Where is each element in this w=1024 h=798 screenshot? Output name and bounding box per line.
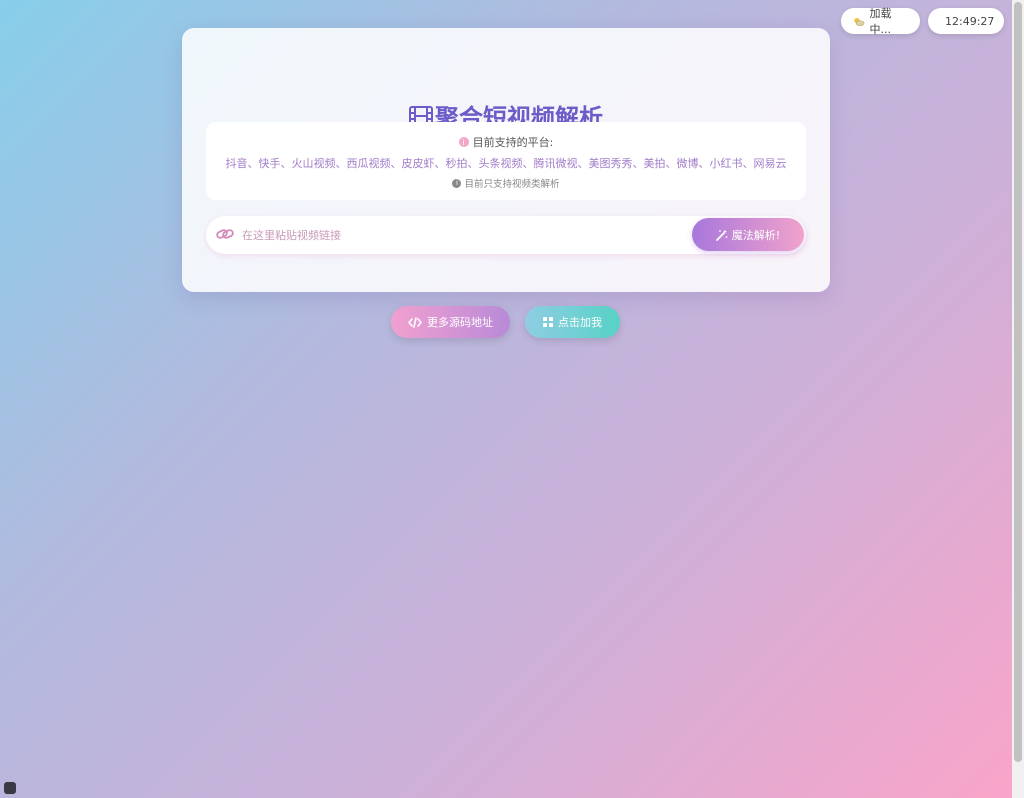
platform-heading-text: 目前支持的平台: xyxy=(472,136,554,149)
info-icon: i xyxy=(458,137,469,147)
clock-widget: 12:49:27 xyxy=(928,8,1004,34)
link-icon xyxy=(216,229,234,239)
info-icon: i xyxy=(452,178,462,188)
weather-sun-cloud-icon xyxy=(854,17,865,26)
magic-wand-icon xyxy=(715,229,728,241)
clock-text: 12:49:27 xyxy=(945,14,995,28)
parse-button-label: 魔法解析! xyxy=(731,228,781,242)
parse-button[interactable]: 魔法解析! xyxy=(692,218,804,251)
more-source-button[interactable]: 更多源码地址 xyxy=(391,306,510,338)
page-scrollbar[interactable] xyxy=(1012,0,1024,798)
platform-note: i 目前只支持视频类解析 xyxy=(206,176,806,190)
add-me-button[interactable]: 点击加我 xyxy=(525,306,620,338)
platform-note-text: 目前只支持视频类解析 xyxy=(464,179,560,190)
platform-heading: i 目前支持的平台: xyxy=(206,134,806,150)
weather-text: 加载中... xyxy=(869,7,892,36)
more-source-label: 更多源码地址 xyxy=(427,316,493,329)
add-me-label: 点击加我 xyxy=(558,316,602,329)
supported-platforms: i 目前支持的平台: 抖音、快手、火山视频、西瓜视频、皮皮虾、秒拍、头条视频、腾… xyxy=(206,122,806,200)
video-url-input[interactable] xyxy=(242,224,682,246)
parser-card: 聚合短视频解析 i 目前支持的平台: 抖音、快手、火山视频、西瓜视频、皮皮虾、秒… xyxy=(182,28,830,292)
weather-widget[interactable]: 加载中... xyxy=(841,7,920,36)
url-search-bar: 魔法解析! xyxy=(206,216,806,254)
code-icon xyxy=(408,316,422,328)
corner-widget[interactable] xyxy=(4,782,16,794)
grid-icon xyxy=(543,317,553,327)
scrollbar-thumb[interactable] xyxy=(1014,2,1022,762)
platform-list: 抖音、快手、火山视频、西瓜视频、皮皮虾、秒拍、头条视频、腾讯微视、美图秀秀、美拍… xyxy=(225,157,787,170)
